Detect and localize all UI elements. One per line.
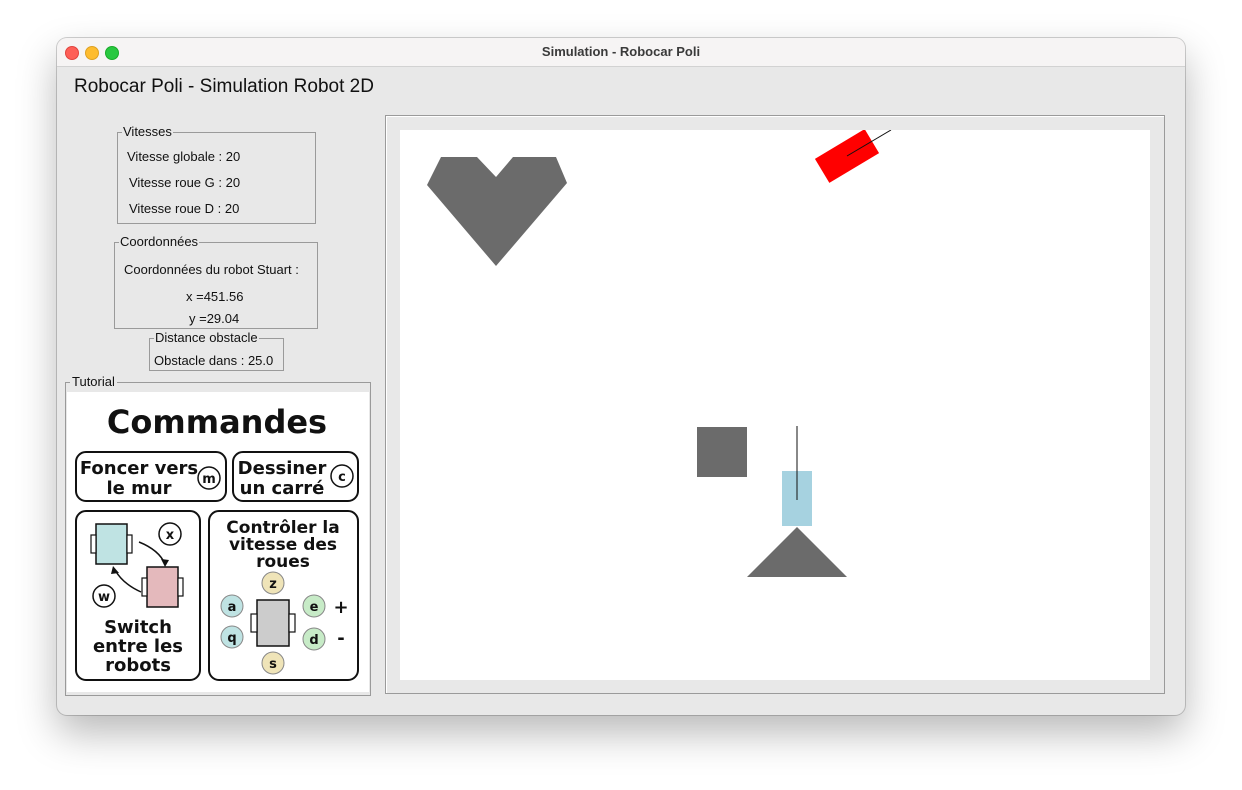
vitesse-roue-d-label: Vitesse roue D : 20 [129, 201, 240, 216]
key-d-label: d [309, 633, 318, 648]
vitesses-legend: Vitesses [123, 124, 172, 139]
key-m-label: m [202, 472, 216, 487]
key-z-label: z [269, 577, 277, 592]
key-e-label: e [310, 600, 319, 615]
robot-pink-icon [141, 566, 184, 608]
obstacle-distance-value: Obstacle dans : 25.0 [154, 353, 274, 368]
card-dessiner-un-carre: Dessiner un carré c [232, 451, 359, 502]
coord-y-value: y =29.04 [189, 311, 240, 326]
key-a-label: a [228, 600, 237, 615]
key-x: x [158, 522, 182, 546]
key-a: a [220, 594, 244, 618]
card1-line1: Foncer vers [80, 458, 198, 479]
card-controle-vitesse: Contrôler la vitesse des roues z a e q d… [208, 510, 359, 681]
key-x-label: x [166, 528, 175, 543]
robot-red [814, 129, 880, 183]
window-title: Simulation - Robocar Poli [541, 44, 701, 59]
tutorial-title: Commandes [107, 403, 327, 441]
simulation-scene [427, 129, 892, 577]
key-q-label: q [227, 631, 236, 646]
minus-sign: - [337, 628, 344, 649]
heart-obstacle [427, 157, 567, 266]
tutorial-card: Commandes Foncer vers le mur m Dessiner … [67, 392, 369, 692]
card2-line2: un carré [240, 478, 325, 499]
card1-line2: le mur [106, 478, 171, 499]
coordonnees-legend: Coordonnées [120, 234, 199, 249]
robot-teal-icon [90, 523, 133, 565]
distance-legend: Distance obstacle [155, 330, 258, 345]
switch-line3: robots [105, 655, 171, 676]
key-d: d [302, 627, 326, 651]
robot-gray-icon [250, 599, 296, 647]
switch-line1: Switch [104, 617, 172, 638]
triangle-obstacle [747, 527, 847, 577]
square-obstacle [697, 427, 747, 477]
card-switch-robots: x w Switch entre les robots [75, 510, 201, 681]
simulation-canvas[interactable] [400, 129, 1150, 680]
key-w: w [92, 584, 116, 608]
key-w-label: w [98, 590, 110, 605]
key-q: q [220, 625, 244, 649]
card-foncer-vers-le-mur: Foncer vers le mur m [75, 451, 227, 502]
plus-sign: + [333, 597, 348, 618]
switch-line2: entre les [93, 636, 183, 657]
app-window: Simulation - Robocar Poli Robocar Poli -… [57, 38, 1185, 715]
key-s: s [261, 651, 285, 675]
key-e: e [302, 594, 326, 618]
card2-line1: Dessiner [238, 458, 327, 479]
speed-line3: roues [256, 552, 310, 572]
title-bar: Simulation - Robocar Poli [57, 38, 1185, 67]
key-c-label: c [338, 470, 346, 485]
coord-x-value: x =451.56 [186, 289, 244, 304]
key-s-label: s [269, 657, 277, 672]
key-m: m [197, 466, 221, 490]
app-title: Robocar Poli - Simulation Robot 2D [74, 76, 374, 97]
tutorial-illustration: Commandes Foncer vers le mur m Dessiner … [75, 403, 359, 681]
key-c: c [330, 464, 354, 488]
vitesse-roue-g-label: Vitesse roue G : 20 [129, 175, 241, 190]
vitesse-globale-label: Vitesse globale : 20 [127, 149, 241, 164]
coordonnees-robot-label: Coordonnées du robot Stuart : [124, 262, 299, 277]
tutorial-legend: Tutorial [70, 374, 117, 389]
key-z: z [261, 571, 285, 595]
